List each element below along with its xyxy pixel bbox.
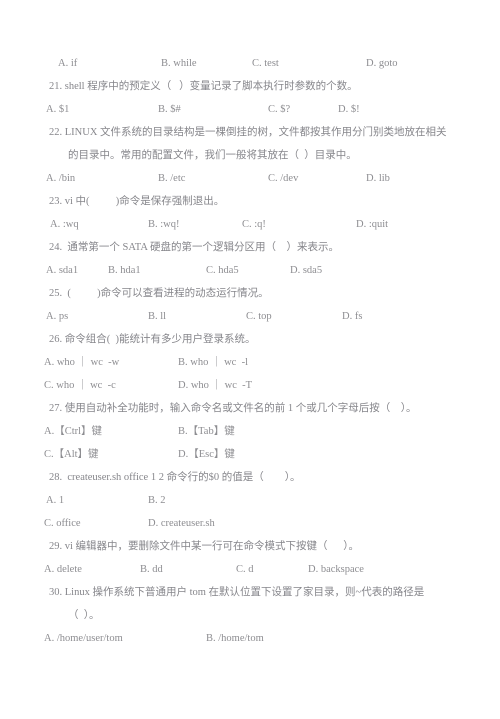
option-a: A. :wq (50, 219, 79, 230)
question-30-stem-line-1: 30. Linux 操作系统下普通用户 tom 在默认位置下设置了家目录，则~代… (49, 587, 425, 598)
question-27-options-row-2: C.【Alt】键 D.【Esc】键 (30, 443, 470, 466)
question-26-options-row-2: C. who ｜ wc -c D. who ｜ wc -T (30, 374, 470, 397)
option-a: A. /bin (46, 173, 76, 184)
question-23-stem: 23. vi 中( )命令是保存强制退出。 (49, 196, 225, 207)
option-b: B. /home/tom (206, 633, 264, 644)
option-b: B. dd (140, 564, 163, 575)
question-21-options: A. $1 B. $# C. $? D. $! (30, 98, 470, 121)
option-c: C. $? (268, 104, 291, 115)
option-d: D. backspace (308, 564, 364, 575)
option-c: C. hda5 (206, 265, 239, 276)
question-30-stem-line-2: （ ）。 (68, 610, 100, 621)
question-25-stem: 25. ( )命令可以查看进程的动态运行情况。 (49, 288, 269, 299)
question-22-stem-line-2: 的目录中。常用的配置文件，我们一般将其放在（ ）目录中。 (68, 150, 357, 161)
question-24-stem: 24. 通常第一个 SATA 硬盘的第一个逻辑分区用（ ）来表示。 (49, 242, 339, 253)
option-b: B. who ｜ wc -l (178, 357, 248, 368)
option-c: C.【Alt】键 (44, 449, 99, 460)
option-a: A. who ｜ wc -w (44, 357, 120, 368)
option-c: C. :q! (242, 219, 266, 230)
question-27-stem: 27. 使用自动补全功能时，输入命令名或文件名的前 1 个或几个字母后按（ ）。 (49, 403, 417, 414)
option-b: B.【Tab】键 (178, 426, 235, 437)
question-26-options-row-1: A. who ｜ wc -w B. who ｜ wc -l (30, 351, 470, 374)
option-a: A. if (58, 58, 78, 69)
option-a: A. ps (46, 311, 69, 322)
question-28-options-row-2: C. office D. createuser.sh (30, 512, 470, 535)
option-b: B. /etc (158, 173, 186, 184)
option-b: B. 2 (148, 495, 166, 506)
option-d: D. createuser.sh (148, 518, 215, 529)
option-a: A. $1 (46, 104, 70, 115)
option-d: D. goto (366, 58, 398, 69)
option-c: C. top (246, 311, 272, 322)
option-c: C. test (252, 58, 279, 69)
option-b: B. hda1 (108, 265, 141, 276)
option-a: A. /home/user/tom (44, 633, 123, 644)
option-a: A.【Ctrl】键 (44, 426, 103, 437)
option-b: B. $# (158, 104, 181, 115)
question-24-options: A. sda1 B. hda1 C. hda5 D. sda5 (30, 259, 470, 282)
option-d: D.【Esc】键 (178, 449, 235, 460)
question-27-options-row-1: A.【Ctrl】键 B.【Tab】键 (30, 420, 470, 443)
document-page: A. if B. while C. test D. goto 21. shell… (0, 0, 500, 694)
option-d: D. lib (366, 173, 390, 184)
question-21-stem: 21. shell 程序中的预定义（ ）变量记录了脚本执行时参数的个数。 (49, 81, 358, 92)
option-d: D. $! (338, 104, 360, 115)
question-29-options: A. delete B. dd C. d D. backspace (30, 558, 470, 581)
question-30-options: A. /home/user/tom B. /home/tom (30, 627, 470, 650)
option-d: D. :quit (356, 219, 389, 230)
option-c: C. /dev (268, 173, 299, 184)
question-20-options: A. if B. while C. test D. goto (30, 52, 470, 75)
option-a: A. 1 (46, 495, 65, 506)
question-23-options: A. :wq B. :wq! C. :q! D. :quit (30, 213, 470, 236)
option-b: B. :wq! (148, 219, 180, 230)
option-c: C. who ｜ wc -c (44, 380, 116, 391)
question-28-stem: 28. createuser.sh office 1 2 命令行的$0 的值是（… (49, 472, 301, 483)
question-26-stem: 26. 命令组合( )能统计有多少用户登录系统。 (49, 334, 256, 345)
option-a: A. sda1 (46, 265, 79, 276)
option-b: B. while (161, 58, 197, 69)
option-d: D. sda5 (290, 265, 323, 276)
exam-body: A. if B. while C. test D. goto 21. shell… (30, 52, 470, 650)
option-c: C. d (236, 564, 254, 575)
option-d: D. who ｜ wc -T (178, 380, 253, 391)
question-22-stem-line-1: 22. LINUX 文件系统的目录结构是一棵倒挂的树，文件都按其作用分门别类地放… (49, 127, 447, 138)
question-22-options: A. /bin B. /etc C. /dev D. lib (30, 167, 470, 190)
question-29-stem: 29. vi 编辑器中，要删除文件中某一行可在命令模式下按键（ ）。 (49, 541, 360, 552)
question-28-options-row-1: A. 1 B. 2 (30, 489, 470, 512)
option-b: B. ll (148, 311, 167, 322)
option-c: C. office (44, 518, 81, 529)
question-25-options: A. ps B. ll C. top D. fs (30, 305, 470, 328)
option-a: A. delete (44, 564, 82, 575)
option-d: D. fs (342, 311, 363, 322)
